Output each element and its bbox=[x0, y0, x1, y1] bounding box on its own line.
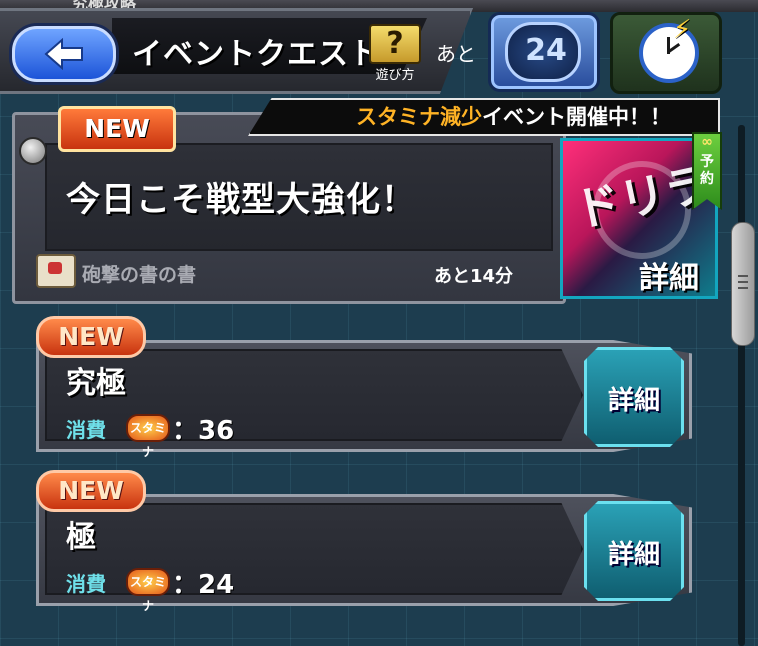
howto-button[interactable]: ? 遊び方 bbox=[366, 24, 422, 83]
quest-name: 極 bbox=[66, 520, 96, 555]
remaining-time-text: あと bbox=[436, 42, 476, 66]
new-badge: NEW bbox=[36, 316, 146, 358]
stamina-icon: スタミナ bbox=[126, 568, 170, 613]
howto-label: 遊び方 bbox=[375, 68, 415, 83]
detail-label: 詳細 bbox=[607, 386, 660, 416]
event-remaining-time: あと14分 bbox=[434, 266, 514, 287]
detail-button[interactable]: 詳細 bbox=[584, 501, 684, 601]
quest-name: 究極 bbox=[66, 366, 126, 401]
scroll-book-icon bbox=[36, 254, 76, 288]
infinity-icon: ∞ bbox=[701, 134, 713, 150]
scrollbar-thumb[interactable] bbox=[731, 222, 755, 346]
new-badge: NEW bbox=[36, 470, 146, 512]
consume-label: 消費 bbox=[66, 418, 106, 442]
consume-label: 消費 bbox=[66, 572, 106, 596]
reserve-ribbon: ∞ 予約 bbox=[692, 132, 722, 210]
pin-icon bbox=[19, 137, 47, 165]
detail-label: 詳細 bbox=[607, 540, 660, 570]
stamina-cost: ：36 bbox=[172, 416, 235, 446]
lightning-icon: ⚡ bbox=[673, 15, 692, 45]
page-title: イベントクエスト bbox=[132, 37, 380, 72]
question-icon: ? bbox=[369, 24, 421, 64]
back-button[interactable] bbox=[12, 26, 116, 82]
scroll-track bbox=[738, 125, 745, 646]
timer-button[interactable]: ⚡ bbox=[610, 12, 722, 94]
stamina-icon: スタミナ bbox=[126, 414, 170, 459]
event-subtitle: 砲撃の書の書 bbox=[82, 264, 197, 286]
back-arrow-icon bbox=[44, 38, 83, 70]
stamina-counter-button[interactable]: 24 bbox=[488, 12, 600, 92]
counter-display: 24 bbox=[505, 22, 581, 82]
stamina-event-text: スタミナ減少イベント開催中！！ bbox=[356, 101, 671, 131]
counter-value: 24 bbox=[525, 33, 567, 68]
detail-button[interactable]: 詳細 bbox=[584, 347, 684, 447]
stamina-rest: イベント開催中！！ bbox=[482, 105, 671, 129]
reserve-label: 予約 bbox=[700, 154, 714, 187]
stamina-cost: ：24 bbox=[172, 570, 235, 600]
new-badge: NEW bbox=[58, 106, 176, 152]
thumb-detail-label: 詳細 bbox=[639, 261, 699, 296]
stamina-highlight: スタミナ減少 bbox=[356, 105, 482, 129]
event-title: 今日こそ戦型大強化！ bbox=[66, 180, 416, 220]
